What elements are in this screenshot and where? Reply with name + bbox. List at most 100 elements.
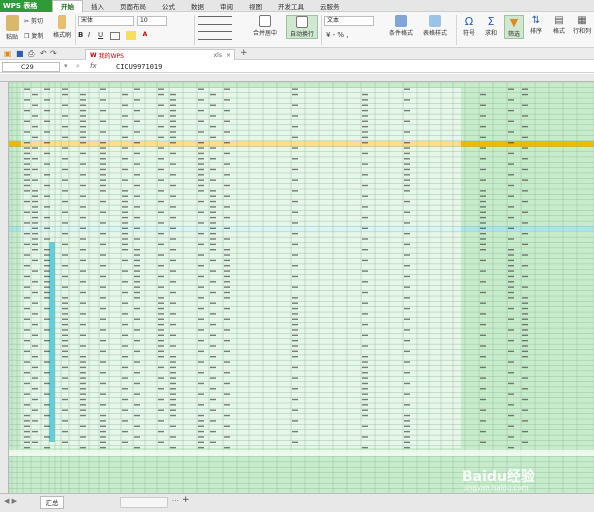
cell-text-mark bbox=[80, 404, 86, 406]
wrap-text-button[interactable]: 自动换行 bbox=[286, 15, 318, 39]
sheet-tab-summary[interactable]: 汇总 bbox=[40, 496, 64, 509]
merge-center-button[interactable]: 合并居中 bbox=[250, 15, 280, 37]
border-icon[interactable] bbox=[110, 32, 120, 40]
tab-home[interactable]: 开始 bbox=[52, 0, 83, 12]
align-top-icon[interactable] bbox=[198, 16, 232, 25]
cell-text-mark bbox=[170, 436, 176, 438]
table-style-button[interactable]: 表格样式 bbox=[420, 15, 450, 37]
underline-button[interactable]: U bbox=[98, 31, 103, 39]
align-center-icon[interactable] bbox=[198, 31, 232, 40]
font-size-select[interactable]: 10 bbox=[137, 16, 167, 26]
cell-text-mark bbox=[134, 120, 140, 122]
cell-text-mark bbox=[122, 388, 128, 390]
cell-text-mark bbox=[292, 302, 298, 304]
cell-text-mark bbox=[122, 409, 128, 411]
cell-text-mark bbox=[210, 398, 216, 401]
tab-view[interactable]: 视图 bbox=[241, 0, 270, 12]
cell-text-mark bbox=[24, 179, 30, 181]
sort-button[interactable]: ⇅ 排序 bbox=[527, 15, 545, 35]
cell-text-mark bbox=[198, 436, 204, 438]
row-header[interactable] bbox=[0, 82, 9, 493]
cell-text-mark bbox=[80, 163, 86, 165]
print-icon[interactable]: ⎙ bbox=[28, 49, 34, 59]
cell-text-mark bbox=[158, 232, 164, 235]
zoom-icon[interactable]: ⌕ bbox=[76, 62, 80, 71]
symbol-button[interactable]: Ω 符号 bbox=[460, 15, 478, 37]
number-format-select[interactable]: 文本 bbox=[324, 16, 374, 26]
cell-text-mark bbox=[122, 430, 128, 433]
tab-page-layout[interactable]: 页面布局 bbox=[112, 0, 154, 12]
cell-text-mark bbox=[158, 147, 164, 149]
open-icon[interactable]: ▣ bbox=[4, 49, 12, 58]
cell-text-mark bbox=[210, 190, 216, 192]
row-col-button[interactable]: ▦ 行和列 bbox=[572, 15, 592, 35]
cell-text-mark bbox=[100, 420, 106, 422]
tab-review[interactable]: 审阅 bbox=[212, 0, 241, 12]
cell-area[interactable] bbox=[9, 82, 594, 493]
sheet-tab-hidden[interactable] bbox=[120, 497, 168, 508]
cell-text-mark bbox=[480, 259, 486, 262]
cell-text-mark bbox=[522, 398, 528, 401]
save-icon[interactable]: ■ bbox=[16, 49, 24, 58]
sheet-nav-icon[interactable]: ◀ ▶ bbox=[4, 497, 17, 505]
cut-button[interactable]: ✂ 剪切 bbox=[24, 16, 43, 25]
close-icon[interactable]: × bbox=[226, 52, 231, 59]
column-header[interactable] bbox=[0, 74, 594, 82]
undo-icon[interactable]: ↶ bbox=[40, 49, 47, 58]
fx-icon[interactable]: fx bbox=[90, 62, 97, 70]
italic-button[interactable]: I bbox=[88, 31, 90, 39]
new-tab-icon[interactable]: + bbox=[240, 48, 248, 58]
cell-text-mark bbox=[198, 168, 204, 171]
paste-button[interactable]: 粘贴 bbox=[3, 15, 21, 41]
cell-text-mark bbox=[198, 211, 204, 213]
cell-text-mark bbox=[24, 420, 30, 422]
cell-text-mark bbox=[210, 125, 216, 128]
fill-color-icon[interactable] bbox=[126, 31, 136, 40]
tab-cloud[interactable]: 云服务 bbox=[312, 0, 348, 12]
redo-icon[interactable]: ↷ bbox=[50, 49, 57, 58]
cell-text-mark bbox=[32, 168, 38, 171]
copy-button[interactable]: ❐ 复制 bbox=[24, 31, 43, 40]
cell-text-mark bbox=[24, 190, 30, 192]
tab-developer[interactable]: 开发工具 bbox=[270, 0, 312, 12]
font-name-select[interactable]: 宋体 bbox=[78, 16, 134, 26]
name-box-dropdown-icon[interactable]: ▾ bbox=[64, 62, 68, 70]
cell-text-mark bbox=[158, 88, 164, 90]
cell-text-mark bbox=[210, 259, 216, 262]
name-box[interactable]: C29 bbox=[2, 62, 60, 72]
cell-text-mark bbox=[404, 425, 410, 427]
spreadsheet-grid[interactable] bbox=[0, 74, 594, 493]
cell-text-mark bbox=[62, 275, 68, 278]
format-painter-button[interactable]: 格式刷 bbox=[52, 15, 72, 39]
cell-text-mark bbox=[134, 436, 140, 438]
formula-input[interactable]: CICU9971019 bbox=[116, 61, 162, 73]
document-tab[interactable]: W 我的WPS xls × bbox=[85, 49, 235, 60]
more-icon[interactable]: ··· bbox=[172, 497, 179, 505]
currency-icon[interactable]: ¥ - % , bbox=[326, 31, 349, 39]
cell-text-mark bbox=[134, 270, 140, 272]
cell-text-mark bbox=[522, 104, 528, 106]
tab-formulas[interactable]: 公式 bbox=[154, 0, 183, 12]
tab-insert[interactable]: 插入 bbox=[83, 0, 112, 12]
tab-data[interactable]: 数据 bbox=[183, 0, 212, 12]
add-sheet-icon[interactable]: + bbox=[182, 495, 190, 505]
cell-text-mark bbox=[62, 302, 68, 304]
cell-text-mark bbox=[122, 259, 128, 262]
bold-button[interactable]: B bbox=[78, 31, 83, 39]
cell-text-mark bbox=[44, 291, 50, 294]
cell-text-mark bbox=[362, 345, 368, 347]
app-menu-button[interactable]: WPS 表格 bbox=[0, 0, 52, 12]
cell-text-mark bbox=[62, 398, 68, 401]
sum-button[interactable]: Σ 求和 bbox=[482, 15, 500, 37]
cell-text-mark bbox=[198, 88, 204, 90]
cell-text-mark bbox=[522, 329, 528, 331]
cell-text-mark bbox=[198, 350, 204, 353]
cell-text-mark bbox=[170, 382, 176, 385]
cell-text-mark bbox=[100, 243, 106, 246]
filter-button[interactable]: ▼ 筛选 bbox=[504, 15, 524, 39]
format-button[interactable]: ▤ 格式 bbox=[550, 15, 568, 35]
cell-text-mark bbox=[210, 227, 216, 229]
cell-text-mark bbox=[404, 382, 410, 385]
conditional-format-button[interactable]: 条件格式 bbox=[386, 15, 416, 37]
font-color-icon[interactable]: A bbox=[140, 31, 150, 40]
